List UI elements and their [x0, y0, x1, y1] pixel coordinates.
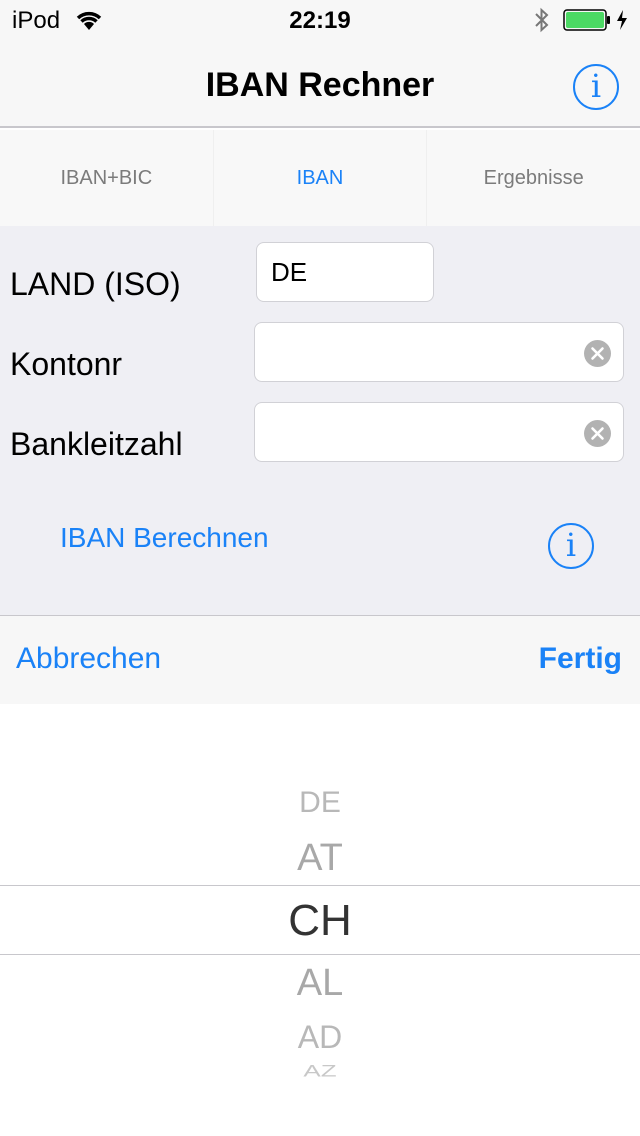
picker-selection-top-line [0, 885, 640, 886]
info-icon[interactable]: i [573, 64, 619, 110]
tab-iban-bic[interactable]: IBAN+BIC [0, 130, 214, 226]
status-bar: iPod 22:19 [0, 0, 640, 40]
picker-toolbar: Abbrechen Fertig [0, 616, 640, 704]
picker-item-selected[interactable]: CH [0, 896, 640, 946]
tab-results[interactable]: Ergebnisse [427, 130, 640, 226]
account-field[interactable] [254, 322, 624, 382]
country-field[interactable] [256, 242, 434, 302]
cancel-button[interactable]: Abbrechen [16, 642, 161, 676]
clear-account-icon[interactable] [584, 340, 611, 367]
bank-code-label: Bankleitzahl [10, 426, 183, 462]
picker-item[interactable]: AZ [0, 1061, 640, 1081]
picker-item[interactable]: DE [0, 786, 640, 820]
bluetooth-icon [535, 7, 549, 33]
country-input[interactable] [257, 243, 433, 301]
picker-item[interactable]: AT [0, 837, 640, 880]
navigation-bar: IBAN Rechner i [0, 40, 640, 128]
picker-selection-bottom-line [0, 954, 640, 955]
bank-code-field[interactable] [254, 402, 624, 462]
tab-bar: IBAN+BIC IBAN Ergebnisse [0, 130, 640, 226]
page-title: IBAN Rechner [205, 66, 435, 104]
tab-iban[interactable]: IBAN [214, 130, 428, 226]
account-input[interactable] [255, 323, 623, 381]
charging-icon [617, 10, 627, 30]
calculate-iban-button[interactable]: IBAN Berechnen [60, 522, 269, 554]
picker-item[interactable]: AL [0, 962, 640, 1005]
iban-form: LAND (ISO) Kontonr Bankleitzahl IBAN Ber… [0, 226, 640, 616]
clear-bank-code-icon[interactable] [584, 420, 611, 447]
bank-code-input[interactable] [255, 403, 623, 461]
picker-item[interactable]: AD [0, 1019, 640, 1056]
done-button[interactable]: Fertig [539, 642, 622, 676]
account-label: Kontonr [10, 346, 123, 382]
country-picker[interactable]: DE AT CH AL AD AZ [0, 704, 640, 1136]
calculate-info-icon[interactable]: i [548, 523, 594, 569]
battery-icon [563, 9, 610, 31]
country-label: LAND (ISO) [10, 266, 181, 302]
